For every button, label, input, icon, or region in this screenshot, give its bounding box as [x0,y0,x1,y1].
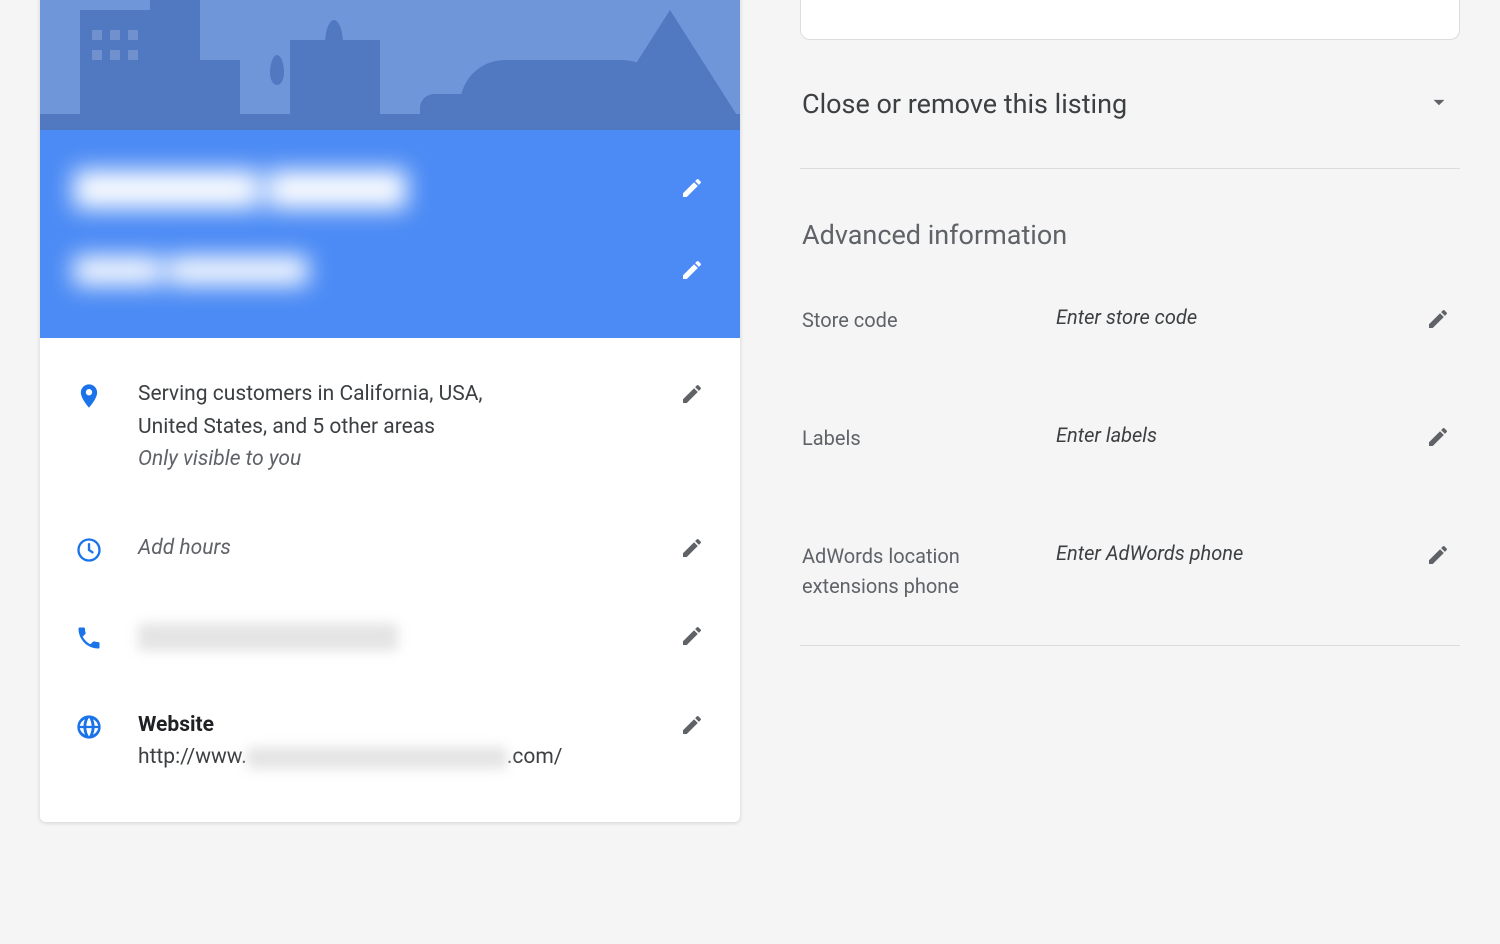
map-pin-icon [74,378,104,410]
adwords-phone-label: AdWords location extensions phone [802,541,1032,601]
globe-icon [74,709,104,741]
website-redacted [247,747,507,769]
location-text: Serving customers in California, USA, Un… [138,378,644,476]
location-line2: United States, and 5 other areas [138,411,644,444]
edit-hours-button[interactable] [678,532,706,560]
phone-icon [74,620,104,652]
adwords-phone-row: AdWords location extensions phone Enter … [800,497,1460,645]
labels-value: Enter labels [1056,423,1400,447]
location-row: Serving customers in California, USA, Un… [74,364,706,504]
website-row: Website http://www. .com/ [74,681,706,802]
clock-icon [74,532,104,564]
location-line1: Serving customers in California, USA, [138,378,644,411]
divider [800,645,1460,646]
labels-row: Labels Enter labels [800,379,1460,497]
website-url-suffix: .com/ [507,745,563,769]
pencil-icon [1426,543,1450,567]
website-label: Website [138,709,644,742]
hero-illustration [40,0,740,130]
info-list: Serving customers in California, USA, Un… [40,338,740,822]
phone-redacted [138,623,398,651]
pencil-icon [680,624,704,648]
pencil-icon [1426,425,1450,449]
previous-card-bottom [800,0,1460,40]
store-code-row: Store code Enter store code [800,261,1460,379]
pencil-icon [680,382,704,406]
pencil-icon [680,536,704,560]
labels-label: Labels [802,423,1032,453]
edit-location-button[interactable] [678,378,706,406]
phone-value [138,620,644,653]
store-code-value: Enter store code [1056,305,1400,329]
adwords-phone-value: Enter AdWords phone [1056,541,1400,565]
website-url: http://www. .com/ [138,741,644,774]
business-category: █████ ████████ [74,256,308,285]
business-info-card: ████████ ██████ █████ ████████ Serving [40,0,740,822]
hours-placeholder: Add hours [138,532,644,565]
close-remove-listing-label: Close or remove this listing [802,88,1127,120]
hours-row: Add hours [74,504,706,593]
website-url-prefix: http://www. [138,745,247,769]
edit-store-code-button[interactable] [1424,305,1452,333]
edit-labels-button[interactable] [1424,423,1452,451]
pencil-icon [1426,307,1450,331]
skyline-illustration [40,0,740,130]
right-column: Close or remove this listing Advanced in… [800,0,1460,646]
pencil-icon [680,176,704,200]
advanced-info-heading: Advanced information [800,169,1460,261]
chevron-down-icon [1426,89,1452,119]
title-block: ████████ ██████ █████ ████████ [40,130,740,338]
edit-phone-button[interactable] [678,620,706,648]
location-visibility-note: Only visible to you [138,443,644,476]
edit-adwords-phone-button[interactable] [1424,541,1452,569]
close-remove-listing-toggle[interactable]: Close or remove this listing [800,40,1460,168]
business-name: ████████ ██████ [74,169,407,207]
website-body: Website http://www. .com/ [138,709,644,774]
phone-row [74,592,706,681]
store-code-label: Store code [802,305,1032,335]
edit-category-button[interactable] [678,256,706,284]
pencil-icon [680,713,704,737]
edit-name-button[interactable] [678,174,706,202]
edit-website-button[interactable] [678,709,706,737]
pencil-icon [680,258,704,282]
